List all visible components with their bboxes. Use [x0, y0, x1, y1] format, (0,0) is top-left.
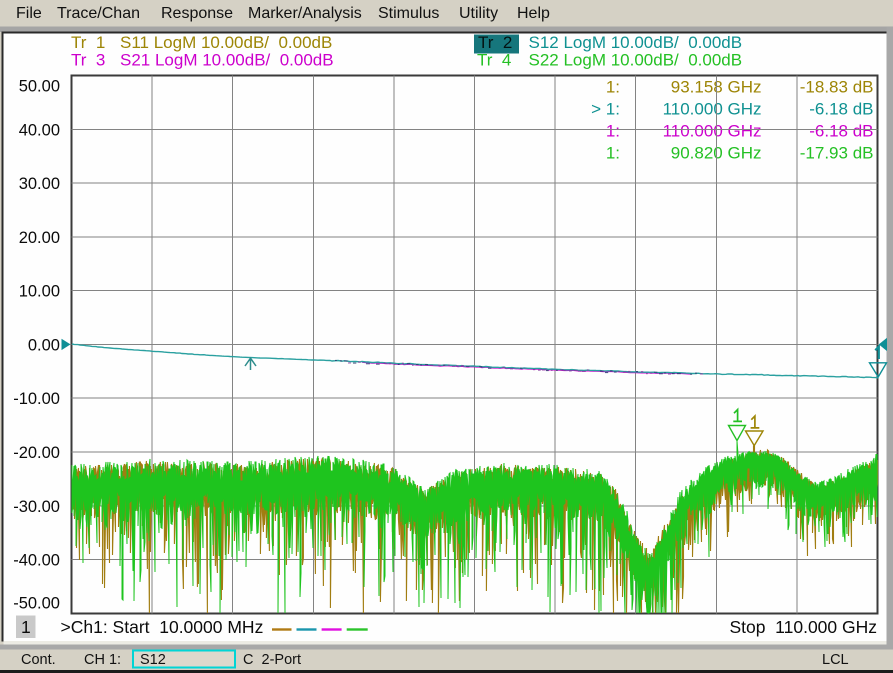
svg-text:Tr 3: Tr 3: [71, 51, 105, 70]
svg-text:0.00: 0.00: [28, 336, 60, 354]
svg-text:-17.93 dB: -17.93 dB: [800, 143, 874, 162]
svg-text:Response: Response: [161, 5, 233, 22]
svg-text:Trace/Chan: Trace/Chan: [57, 5, 140, 22]
svg-text:-6.18 dB: -6.18 dB: [809, 121, 873, 140]
svg-text:S12 LogM 10.00dB/ 0.00dB: S12 LogM 10.00dB/ 0.00dB: [529, 33, 743, 52]
svg-text:Stop 110.000 GHz: Stop 110.000 GHz: [729, 617, 877, 637]
svg-text:Tr 1: Tr 1: [71, 33, 105, 52]
svg-text:CH 1:: CH 1:: [84, 652, 121, 668]
svg-text:110.000 GHz: 110.000 GHz: [663, 99, 762, 118]
svg-text:-6.18 dB: -6.18 dB: [809, 99, 873, 118]
svg-text:-18.83 dB: -18.83 dB: [800, 77, 874, 96]
svg-text:S12: S12: [140, 652, 166, 668]
svg-text:Help: Help: [517, 5, 550, 22]
svg-text:Cont.: Cont.: [21, 652, 56, 668]
svg-text:S11 LogM 10.00dB/ 0.00dB: S11 LogM 10.00dB/ 0.00dB: [120, 33, 332, 52]
svg-text:10.00: 10.00: [19, 283, 60, 301]
svg-text:1: 1: [21, 617, 31, 637]
svg-text:-20.00: -20.00: [13, 444, 60, 462]
svg-text:1:: 1:: [606, 143, 620, 162]
svg-text:30.00: 30.00: [19, 175, 60, 193]
svg-text:Tr 4: Tr 4: [477, 51, 511, 70]
svg-text:-30.00: -30.00: [13, 498, 60, 516]
svg-text:50.00: 50.00: [19, 78, 60, 96]
svg-text:Marker/Analysis: Marker/Analysis: [248, 5, 362, 22]
svg-text:LCL: LCL: [822, 652, 849, 668]
svg-text:-40.00: -40.00: [13, 552, 60, 570]
svg-text:1:: 1:: [606, 77, 620, 96]
svg-text:File: File: [16, 5, 42, 22]
svg-text:S22 LogM 10.00dB/ 0.00dB: S22 LogM 10.00dB/ 0.00dB: [529, 51, 743, 70]
svg-text:S21 LogM 10.00dB/ 0.00dB: S21 LogM 10.00dB/ 0.00dB: [120, 51, 334, 70]
svg-text:40.00: 40.00: [19, 121, 60, 139]
svg-text:-10.00: -10.00: [13, 390, 60, 408]
svg-text:Tr 2: Tr 2: [478, 33, 512, 52]
svg-text:> 1:: > 1:: [591, 99, 620, 118]
svg-text:C 2-Port: C 2-Port: [243, 652, 301, 668]
svg-text:110.000 GHz: 110.000 GHz: [663, 121, 762, 140]
svg-text:Utility: Utility: [459, 5, 498, 22]
svg-text:1:: 1:: [606, 121, 620, 140]
svg-text:20.00: 20.00: [19, 229, 60, 247]
svg-text:-50.00: -50.00: [13, 594, 60, 612]
svg-text:>Ch1: Start 10.0000 MHz: >Ch1: Start 10.0000 MHz: [61, 617, 264, 637]
svg-text:Stimulus: Stimulus: [378, 5, 439, 22]
